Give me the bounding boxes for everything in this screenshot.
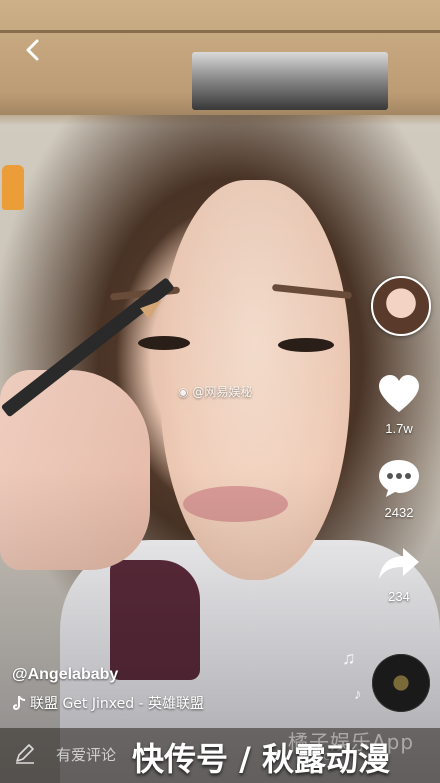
music-title: 联盟 Get Jinxed - 英雄联盟	[30, 696, 205, 712]
back-icon	[26, 39, 39, 61]
share-button[interactable]: 234	[366, 546, 432, 604]
comment-count: 2432	[384, 505, 414, 520]
music-note-icon: ♫	[342, 648, 356, 668]
pencil-icon[interactable]	[14, 742, 36, 764]
heart-icon	[379, 375, 419, 412]
watermark-text: @网易娱秘	[192, 385, 253, 399]
music-disc[interactable]	[372, 654, 430, 712]
music-info[interactable]: 联盟 Get Jinxed - 英雄联盟	[12, 693, 204, 713]
weibo-icon: ◉	[178, 385, 189, 399]
video-watermark: ◉ @网易娱秘	[178, 383, 252, 400]
author-username[interactable]: @Angelababy	[12, 666, 118, 684]
tiktok-icon	[13, 696, 25, 710]
like-button[interactable]: 1.7w	[366, 374, 432, 436]
like-count: 1.7w	[385, 421, 413, 436]
comment-button[interactable]: 2432	[366, 458, 432, 520]
comment-icon	[379, 460, 419, 497]
share-icon	[379, 548, 419, 579]
back-button[interactable]	[18, 36, 46, 64]
share-count: 234	[388, 589, 410, 604]
source-caption: 快传号 / 秋露动漫	[132, 740, 390, 778]
comment-input[interactable]: 有爱评论	[56, 744, 116, 765]
music-note-icon: ♪	[354, 686, 362, 703]
avatar[interactable]	[371, 276, 431, 336]
